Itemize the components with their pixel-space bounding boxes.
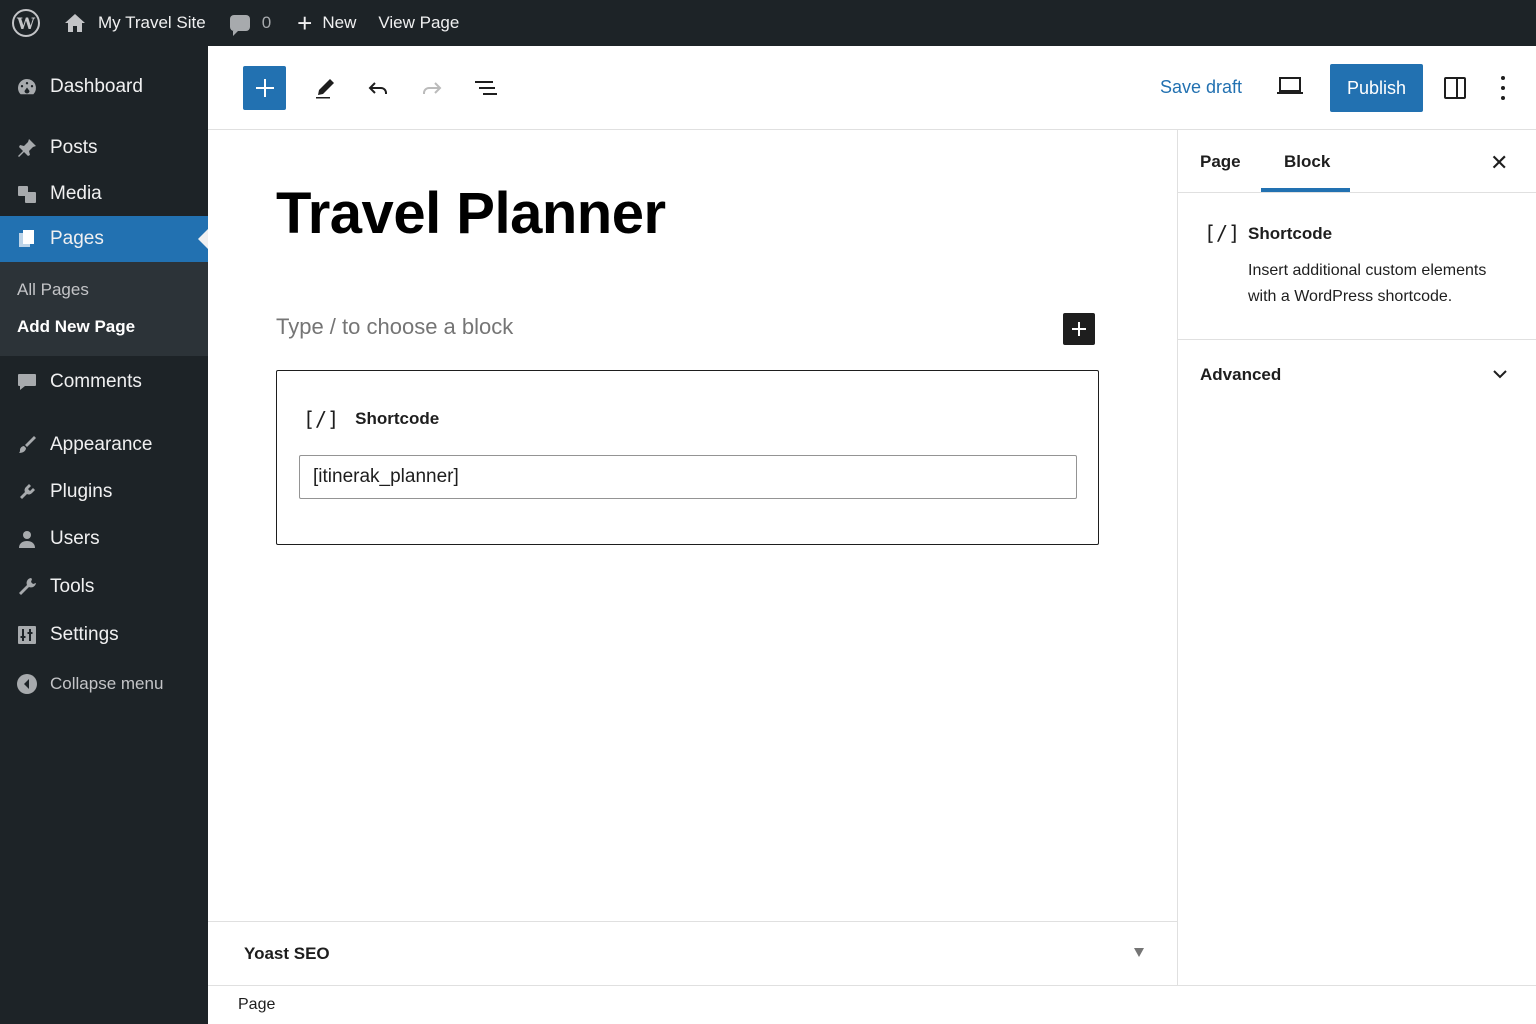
sidebar-item-plugins[interactable]: Plugins <box>0 469 208 515</box>
tab-block[interactable]: Block <box>1284 152 1330 172</box>
list-view-icon <box>475 81 497 95</box>
block-inserter-button[interactable] <box>243 66 286 110</box>
sidebar-item-users[interactable]: Users <box>0 516 208 562</box>
undo-button[interactable] <box>360 70 396 106</box>
publish-button[interactable]: Publish <box>1330 64 1423 112</box>
submenu-all-pages[interactable]: All Pages <box>17 280 89 300</box>
block-card: [/] Shortcode Insert additional custom e… <box>1178 193 1536 340</box>
wrench-icon <box>0 576 50 598</box>
editor-canvas: Travel Planner Type / to choose a block … <box>208 130 1177 921</box>
brush-icon <box>0 434 50 456</box>
editor-footer: Page <box>208 985 1536 1024</box>
redo-icon <box>423 82 442 94</box>
dashboard-icon <box>0 76 50 98</box>
close-icon[interactable]: ✕ <box>1490 150 1508 176</box>
shortcode-input[interactable] <box>299 455 1077 499</box>
undo-icon <box>368 82 387 94</box>
caret-down-icon[interactable] <box>1134 948 1144 957</box>
comments-count: 0 <box>261 13 272 32</box>
advanced-panel-toggle[interactable]: Advanced <box>1178 340 1536 410</box>
sidebar-label-appearance: Appearance <box>50 434 153 455</box>
sidebar-panel-icon <box>1444 77 1466 99</box>
comment-icon <box>0 371 50 393</box>
sidebar-label-comments: Comments <box>50 371 142 392</box>
shortcode-block-header: [/] Shortcode <box>303 407 439 431</box>
view-page-label: View Page <box>378 13 460 32</box>
block-card-description: Insert additional custom elements with a… <box>1248 262 1487 305</box>
shortcode-block[interactable]: [/] Shortcode <box>276 370 1099 545</box>
comment-bubble-icon <box>229 15 250 36</box>
admin-bar: W My Travel Site 0 + New View Page <box>0 0 1536 46</box>
collapse-arrow-icon <box>0 673 50 695</box>
breadcrumb[interactable]: Page <box>238 996 275 1014</box>
yoast-seo-panel[interactable]: Yoast SEO <box>208 921 1177 985</box>
pages-icon <box>0 228 50 250</box>
comments-link[interactable]: 0 <box>229 0 272 46</box>
pin-icon <box>0 137 50 159</box>
settings-toggle-button[interactable] <box>1442 75 1468 106</box>
dot-icon <box>1501 86 1505 90</box>
yoast-seo-title: Yoast SEO <box>244 944 330 963</box>
block-card-title: Shortcode <box>1248 224 1333 243</box>
user-icon <box>0 528 50 550</box>
plugin-icon <box>0 481 50 503</box>
save-draft-button[interactable]: Save draft <box>1160 77 1242 98</box>
edit-tool-button[interactable] <box>307 70 343 106</box>
sidebar-item-media[interactable]: Media <box>0 171 208 217</box>
collapse-menu-button[interactable]: Collapse menu <box>0 661 208 707</box>
sidebar-label-pages: Pages <box>50 228 104 249</box>
plus-icon <box>1072 322 1086 336</box>
block-appender-placeholder[interactable]: Type / to choose a block <box>276 314 513 340</box>
sidebar-label-users: Users <box>50 528 100 549</box>
new-label: New <box>322 13 357 32</box>
sidebar-item-dashboard[interactable]: Dashboard <box>0 64 208 110</box>
advanced-label: Advanced <box>1200 365 1282 384</box>
settings-sidebar: Page Block ✕ [/] Shortcode Insert additi… <box>1177 130 1536 985</box>
wordpress-logo-icon[interactable]: W <box>0 0 52 46</box>
site-name-label: My Travel Site <box>98 13 206 32</box>
dot-icon <box>1501 96 1505 100</box>
pencil-icon <box>316 79 334 99</box>
sidebar-label-plugins: Plugins <box>50 481 113 502</box>
sidebar-label-settings: Settings <box>50 624 119 645</box>
shortcode-block-label: Shortcode <box>355 409 440 428</box>
tab-page[interactable]: Page <box>1200 152 1241 172</box>
sidebar-label-tools: Tools <box>50 576 95 597</box>
document-overview-button[interactable] <box>468 70 504 106</box>
plus-icon: + <box>297 8 313 38</box>
view-page-link[interactable]: View Page <box>378 0 459 46</box>
shortcode-icon: [/] <box>1204 221 1241 245</box>
chevron-down-icon <box>1493 370 1507 379</box>
pages-submenu: All Pages Add New Page <box>0 262 208 356</box>
sidebar-item-pages[interactable]: Pages <box>0 216 208 262</box>
dot-icon <box>1501 76 1505 80</box>
sidebar-item-posts[interactable]: Posts <box>0 125 208 171</box>
new-content-link[interactable]: + New <box>297 0 356 46</box>
admin-sidebar: Dashboard Posts Media Pages All Pages Ad… <box>0 46 208 1024</box>
sidebar-item-comments[interactable]: Comments <box>0 359 208 405</box>
site-name-link[interactable]: My Travel Site <box>64 0 206 46</box>
sidebar-item-tools[interactable]: Tools <box>0 564 208 610</box>
sidebar-item-appearance[interactable]: Appearance <box>0 422 208 468</box>
sidebar-item-settings[interactable]: Settings <box>0 612 208 658</box>
block-appender-add-button[interactable] <box>1063 313 1095 345</box>
collapse-menu-label: Collapse menu <box>50 674 164 693</box>
redo-button[interactable] <box>414 70 450 106</box>
sidebar-label-media: Media <box>50 183 102 204</box>
sidebar-label-dashboard: Dashboard <box>50 76 143 97</box>
page-title[interactable]: Travel Planner <box>276 180 666 247</box>
laptop-icon <box>1277 77 1303 94</box>
options-menu-button[interactable] <box>1495 72 1511 104</box>
settings-icon <box>0 624 50 646</box>
plus-icon <box>255 79 274 97</box>
settings-tabs: Page Block ✕ <box>1178 130 1536 193</box>
preview-button[interactable] <box>1276 74 1304 103</box>
editor-toolbar: Save draft Publish <box>208 46 1536 130</box>
active-tab-indicator <box>1261 188 1350 192</box>
submenu-add-new-page[interactable]: Add New Page <box>17 317 135 337</box>
shortcode-icon: [/] <box>303 407 340 431</box>
media-icon <box>0 183 50 205</box>
home-icon <box>65 14 85 32</box>
sidebar-label-posts: Posts <box>50 137 98 158</box>
